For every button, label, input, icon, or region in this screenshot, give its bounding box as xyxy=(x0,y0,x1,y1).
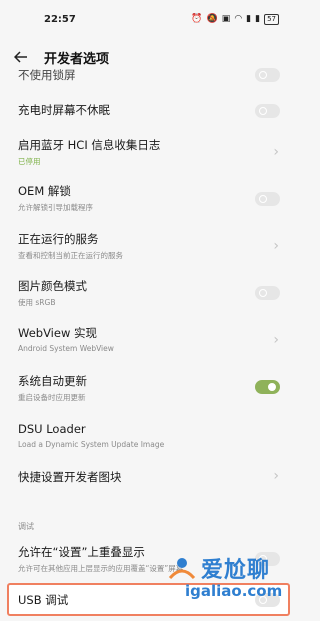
row-title: WebView 实现 xyxy=(18,326,98,340)
toggle-oem-unlock[interactable] xyxy=(255,192,280,206)
row-subtitle: 查看和控制当前正在运行的服务 xyxy=(18,251,123,260)
toggle-lock-screen[interactable] xyxy=(255,68,280,82)
battery-icon: 57 xyxy=(264,13,279,25)
status-time: 22:57 xyxy=(44,13,76,25)
list-item-quick-settings-tiles[interactable]: 快捷设置开发者图块 › xyxy=(0,462,297,494)
toggle-knob xyxy=(259,555,267,563)
row-title: 充电时屏幕不休眠 xyxy=(18,103,110,117)
list-item-oem-unlock[interactable]: OEM 解锁 允许解锁引导加载程序 xyxy=(0,180,297,220)
list-item-auto-update[interactable]: 系统自动更新 重启设备时应用更新 xyxy=(0,370,297,410)
list-item-lock-screen[interactable]: 不使用锁屏 xyxy=(0,64,297,84)
row-subtitle: 使用 sRGB xyxy=(18,298,56,307)
toggle-knob xyxy=(259,195,267,203)
row-subtitle: 重启设备时应用更新 xyxy=(18,393,86,402)
chevron-right-icon: › xyxy=(273,468,279,484)
toggle-knob xyxy=(268,383,276,391)
mute-icon: 🔕 xyxy=(206,14,218,24)
row-title: 快捷设置开发者图块 xyxy=(18,470,122,484)
row-title: DSU Loader xyxy=(18,422,86,436)
toggle-stay-awake[interactable] xyxy=(255,104,280,118)
status-bar: 22:57 ⏰ 🔕 ▣ ◠ ▮ ▮ 57 xyxy=(0,0,297,38)
chevron-right-icon: › xyxy=(273,332,279,348)
toggle-color-mode[interactable] xyxy=(255,286,280,300)
toggle-auto-update[interactable] xyxy=(255,380,280,394)
section-label-debugging: 调试 xyxy=(18,522,34,531)
list-item-dsu-loader[interactable]: DSU Loader Load a Dynamic System Update … xyxy=(0,418,297,458)
list-item-color-mode[interactable]: 图片颜色模式 使用 sRGB xyxy=(0,275,297,315)
signal-icon: ▮ xyxy=(246,14,252,24)
signal-2-icon: ▮ xyxy=(255,14,261,24)
nfc-icon: ▣ xyxy=(221,14,231,24)
wifi-icon: ◠ xyxy=(234,14,243,24)
list-item-bluetooth-hci[interactable]: 启用蓝牙 HCI 信息收集日志 已停用 › xyxy=(0,134,297,174)
row-title: 启用蓝牙 HCI 信息收集日志 xyxy=(18,138,161,152)
alarm-icon: ⏰ xyxy=(191,14,203,24)
row-title: OEM 解锁 xyxy=(18,184,71,198)
toggle-knob xyxy=(259,289,267,297)
toggle-knob xyxy=(259,107,267,115)
row-subtitle: 允许可在其他应用上层显示的应用覆盖“设置”屏幕 xyxy=(18,564,184,573)
chevron-right-icon: › xyxy=(273,238,279,254)
arrow-left-icon xyxy=(14,51,27,63)
list-item-webview[interactable]: WebView 实现 Android System WebView › xyxy=(0,322,297,362)
row-subtitle: 允许解锁引导加载程序 xyxy=(18,203,93,212)
list-item-stay-awake[interactable]: 充电时屏幕不休眠 xyxy=(0,94,297,126)
list-item-overlay-settings[interactable]: 允许在“设置”上重叠显示 允许可在其他应用上层显示的应用覆盖“设置”屏幕 xyxy=(0,542,297,580)
toggle-knob xyxy=(259,71,267,79)
row-title: 允许在“设置”上重叠显示 xyxy=(18,545,145,559)
row-title: 不使用锁屏 xyxy=(18,68,76,82)
row-subtitle: Load a Dynamic System Update Image xyxy=(18,440,165,449)
list-item-usb-debugging[interactable]: USB 调试 xyxy=(0,585,297,615)
row-title: USB 调试 xyxy=(18,593,69,607)
row-subtitle: Android System WebView xyxy=(18,344,114,353)
row-title: 图片颜色模式 xyxy=(18,279,87,293)
row-subtitle: 已停用 xyxy=(18,157,41,166)
toggle-usb-debugging[interactable] xyxy=(255,593,280,607)
row-title: 系统自动更新 xyxy=(18,374,87,388)
row-title: 正在运行的服务 xyxy=(18,232,99,246)
list-item-running-services[interactable]: 正在运行的服务 查看和控制当前正在运行的服务 › xyxy=(0,228,297,268)
status-icons: ⏰ 🔕 ▣ ◠ ▮ ▮ 57 xyxy=(191,13,279,25)
toggle-knob xyxy=(259,596,267,604)
toggle-overlay-settings[interactable] xyxy=(255,552,280,566)
chevron-right-icon: › xyxy=(273,144,279,160)
